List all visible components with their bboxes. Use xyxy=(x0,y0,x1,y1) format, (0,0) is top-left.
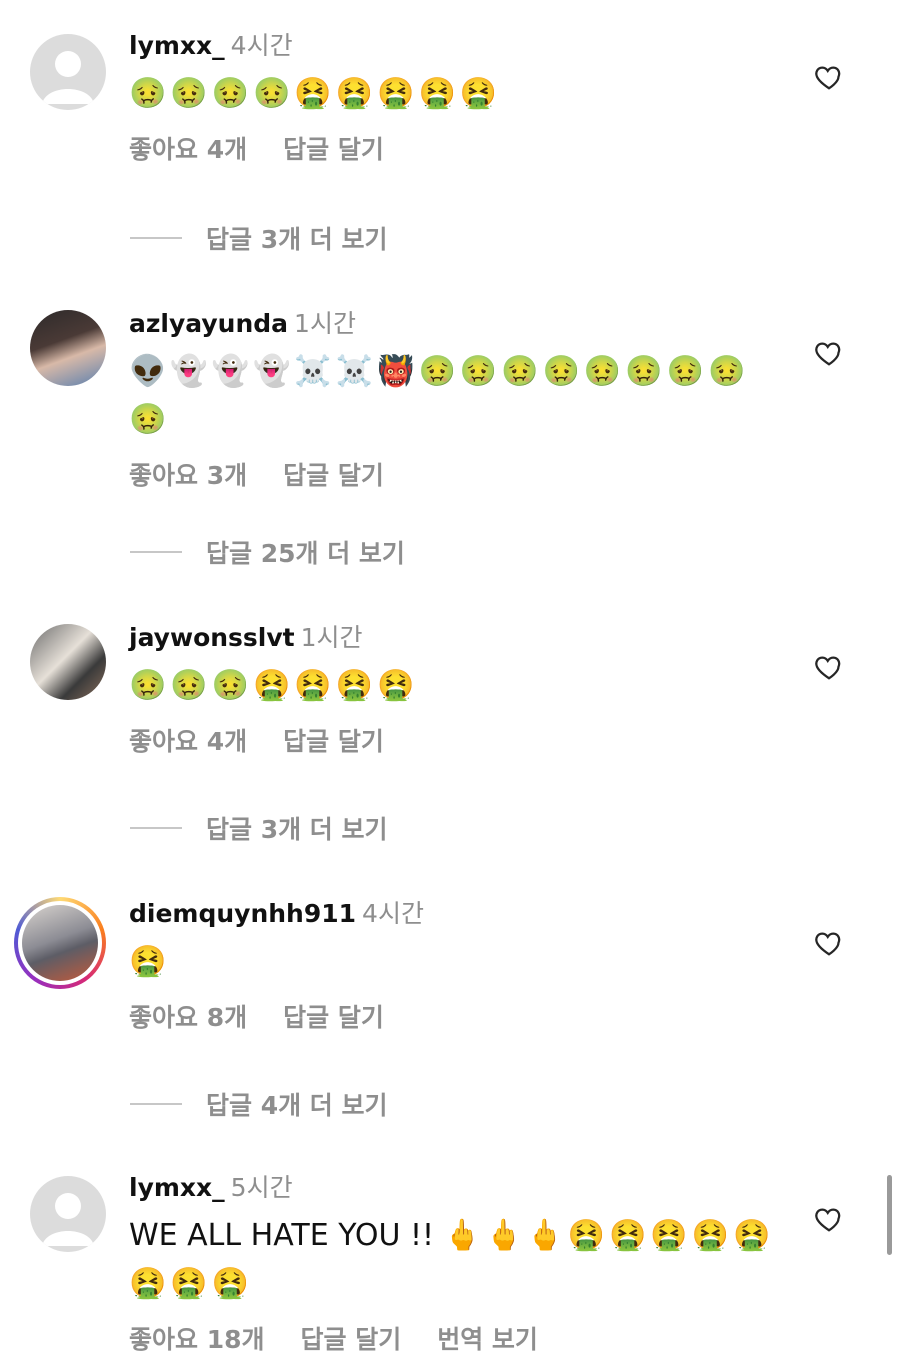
reply-button[interactable]: 답글 달기 xyxy=(283,135,384,164)
user-avatar xyxy=(22,905,98,981)
comment-username[interactable]: lymxx_ xyxy=(129,31,225,60)
comment-time: 1시간 xyxy=(294,309,356,338)
view-replies-label: 답글 4개 더 보기 xyxy=(206,1091,388,1120)
comment-actions: 좋아요 8개 답글 달기 xyxy=(129,998,790,1034)
default-avatar-icon[interactable] xyxy=(30,34,106,110)
comment-header: azlyayunda 1시간 xyxy=(129,308,790,340)
heart-outline-icon[interactable] xyxy=(814,1204,844,1234)
comment-text: WE ALL HATE YOU !! 🖕🖕🖕🤮🤮🤮🤮🤮🤮🤮🤮 xyxy=(129,1212,790,1308)
comment-username[interactable]: azlyayunda xyxy=(129,309,288,338)
comment-username[interactable]: lymxx_ xyxy=(129,1173,225,1202)
story-ring[interactable] xyxy=(14,897,106,989)
comment-time: 1시간 xyxy=(300,623,363,652)
comment-actions: 좋아요 4개 답글 달기 xyxy=(129,130,790,166)
comment-actions: 좋아요 3개 답글 달기 xyxy=(129,456,790,492)
comment-time: 4시간 xyxy=(230,31,293,60)
user-avatar[interactable] xyxy=(30,624,106,700)
divider xyxy=(130,1103,182,1105)
reply-button[interactable]: 답글 달기 xyxy=(301,1325,402,1354)
comment-header: diemquynhh911 4시간 xyxy=(129,898,790,930)
user-avatar[interactable] xyxy=(30,310,106,386)
view-replies-label: 답글 3개 더 보기 xyxy=(206,225,388,254)
view-replies-button[interactable]: 답글 3개 더 보기 xyxy=(130,220,388,256)
divider xyxy=(130,237,182,239)
reply-button[interactable]: 답글 달기 xyxy=(283,461,384,490)
comment-text: 🤢🤢🤢🤮🤮🤮🤮 xyxy=(129,668,419,703)
comment-header: jaywonsslvt 1시간 xyxy=(129,622,790,654)
reply-button[interactable]: 답글 달기 xyxy=(283,727,384,756)
likes-count[interactable]: 좋아요 3개 xyxy=(129,461,247,490)
divider xyxy=(130,551,182,553)
comment-text: 🤢🤢🤢🤢🤮🤮🤮🤮🤮 xyxy=(129,76,502,111)
heart-outline-icon[interactable] xyxy=(814,652,844,682)
translate-button[interactable]: 번역 보기 xyxy=(437,1325,538,1354)
comment-header: lymxx_ 5시간 xyxy=(129,1172,790,1204)
comment-text: 👽👻👻👻☠️☠️👹🤢🤢🤢🤢🤢🤢🤢🤢🤢 xyxy=(129,354,750,437)
comment-username[interactable]: jaywonsslvt xyxy=(129,623,295,652)
comment-time: 4시간 xyxy=(362,899,424,928)
view-replies-label: 답글 25개 더 보기 xyxy=(206,539,405,568)
likes-count[interactable]: 좋아요 8개 xyxy=(129,1003,247,1032)
default-avatar-icon[interactable] xyxy=(30,1176,106,1252)
comment-username[interactable]: diemquynhh911 xyxy=(129,899,356,928)
scrollbar[interactable] xyxy=(887,1175,892,1255)
comment-text-plain: WE ALL HATE YOU !! xyxy=(129,1218,435,1253)
comment-text: 🤮 xyxy=(129,944,171,979)
view-replies-button[interactable]: 답글 3개 더 보기 xyxy=(130,810,388,846)
reply-button[interactable]: 답글 달기 xyxy=(283,1003,384,1032)
comment-actions: 좋아요 4개 답글 달기 xyxy=(129,722,790,758)
likes-count[interactable]: 좋아요 4개 xyxy=(129,727,247,756)
divider xyxy=(130,827,182,829)
heart-outline-icon[interactable] xyxy=(814,338,844,368)
heart-outline-icon[interactable] xyxy=(814,928,844,958)
heart-outline-icon[interactable] xyxy=(814,62,844,92)
comment-actions: 좋아요 18개 답글 달기 번역 보기 xyxy=(129,1320,790,1356)
comment-time: 5시간 xyxy=(230,1173,293,1202)
view-replies-label: 답글 3개 더 보기 xyxy=(206,815,388,844)
comment-header: lymxx_ 4시간 xyxy=(129,30,790,62)
view-replies-button[interactable]: 답글 25개 더 보기 xyxy=(130,534,405,570)
view-replies-button[interactable]: 답글 4개 더 보기 xyxy=(130,1086,388,1122)
likes-count[interactable]: 좋아요 4개 xyxy=(129,135,247,164)
likes-count[interactable]: 좋아요 18개 xyxy=(129,1325,265,1354)
